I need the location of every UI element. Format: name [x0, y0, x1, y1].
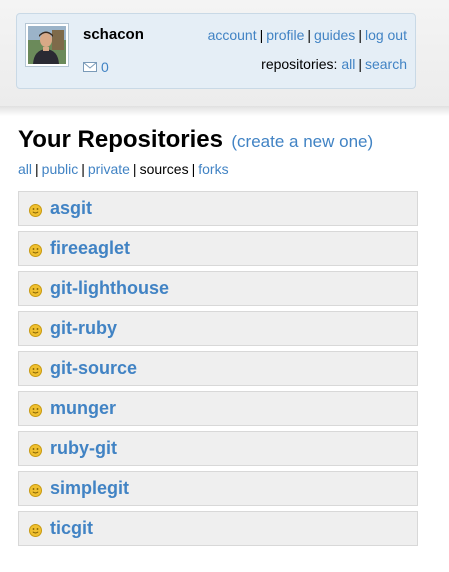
separator: | [191, 161, 196, 177]
mail-count[interactable]: 0 [101, 59, 109, 75]
header-shadow [0, 106, 449, 116]
repository-link[interactable]: git-ruby [50, 318, 117, 339]
repository-row[interactable]: git-lighthouse [18, 271, 418, 306]
repository-link[interactable]: fireeaglet [50, 238, 130, 259]
public-repo-smiley-icon [29, 403, 42, 417]
repository-link[interactable]: git-lighthouse [50, 278, 169, 299]
separator: | [307, 27, 312, 43]
separator: | [35, 161, 39, 177]
repository-filters: all | public | private | sources | forks [18, 161, 229, 177]
separator: | [358, 27, 362, 43]
repository-list: asgit fireeaglet git-lighthouse git-ruby… [18, 191, 418, 551]
public-repo-smiley-icon [29, 523, 42, 537]
filter-forks[interactable]: forks [198, 161, 228, 177]
user-box: schacon 0 account | profile | guides | log out… [16, 13, 416, 89]
public-repo-smiley-icon [29, 443, 42, 457]
repository-row[interactable]: asgit [18, 191, 418, 226]
inbox-link[interactable]: 0 [83, 59, 109, 75]
repository-row[interactable]: git-source [18, 351, 418, 386]
username[interactable]: schacon [83, 26, 144, 43]
public-repo-smiley-icon [29, 323, 42, 337]
filter-sources: sources [139, 161, 189, 177]
separator: | [132, 161, 137, 177]
repository-row[interactable]: ruby-git [18, 431, 418, 466]
avatar-image [28, 26, 66, 64]
page-title: Your Repositories [18, 126, 223, 153]
repositories-label: repositories: [261, 56, 338, 72]
public-repo-smiley-icon [29, 483, 42, 497]
repository-link[interactable]: ticgit [50, 518, 93, 539]
repository-link[interactable]: ruby-git [50, 438, 117, 459]
public-repo-smiley-icon [29, 283, 42, 297]
create-repository-link[interactable]: (create a new one) [231, 132, 373, 151]
repository-row[interactable]: simplegit [18, 471, 418, 506]
account-link[interactable]: account [208, 27, 257, 43]
envelope-icon [83, 62, 97, 72]
account-links: account | profile | guides | log out [208, 27, 407, 43]
separator: | [81, 161, 85, 177]
filter-private[interactable]: private [88, 161, 130, 177]
filter-all[interactable]: all [18, 161, 32, 177]
guides-link[interactable]: guides [314, 27, 355, 43]
profile-link[interactable]: profile [266, 27, 304, 43]
avatar[interactable] [25, 23, 69, 67]
filter-public[interactable]: public [42, 161, 79, 177]
page-heading: Your Repositories (create a new one) [18, 126, 373, 154]
public-repo-smiley-icon [29, 363, 42, 377]
repositories-search-link[interactable]: search [365, 56, 407, 72]
repository-link[interactable]: munger [50, 398, 116, 419]
repository-link[interactable]: simplegit [50, 478, 129, 499]
repository-row[interactable]: git-ruby [18, 311, 418, 346]
repositories-links: repositories: all | search [261, 56, 407, 72]
repository-link[interactable]: git-source [50, 358, 137, 379]
repository-row[interactable]: munger [18, 391, 418, 426]
public-repo-smiley-icon [29, 243, 42, 257]
repositories-all-link[interactable]: all [341, 56, 355, 72]
public-repo-smiley-icon [29, 203, 42, 217]
repository-row[interactable]: fireeaglet [18, 231, 418, 266]
repository-link[interactable]: asgit [50, 198, 92, 219]
separator: | [358, 56, 362, 72]
logout-link[interactable]: log out [365, 27, 407, 43]
repository-row[interactable]: ticgit [18, 511, 418, 546]
separator: | [259, 27, 264, 43]
